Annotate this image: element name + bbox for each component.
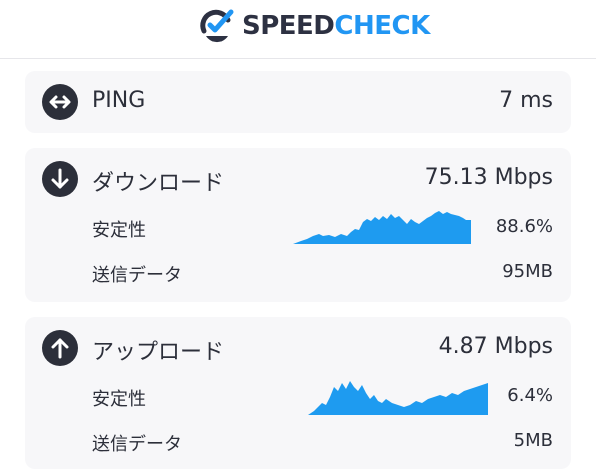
speedometer-check-icon	[200, 9, 234, 43]
upload-card: アップロード 4.87 Mbps 安定性 6.4% 送信データ 5MB	[25, 317, 571, 469]
download-stability-value: 88.6%	[495, 216, 553, 237]
brand-wordmark: SPEEDCHECK	[242, 7, 430, 45]
app-header: SPEEDCHECK	[0, 0, 596, 59]
upload-data-label: 送信データ	[92, 434, 182, 455]
upload-stability-sparkline	[308, 381, 488, 415]
speedcheck-logo: SPEEDCHECK	[198, 7, 430, 45]
upload-stability-label: 安定性	[92, 389, 146, 410]
download-data-value: 95MB	[502, 261, 553, 282]
brand-speed: SPEED	[242, 11, 335, 41]
upload-value: 4.87 Mbps	[438, 334, 553, 359]
download-label: ダウンロード	[92, 171, 225, 196]
download-stability-label: 安定性	[92, 220, 146, 241]
download-stability-sparkline	[293, 211, 471, 244]
ping-label: PING	[92, 88, 146, 113]
upload-stability-value: 6.4%	[507, 385, 553, 406]
horizontal-arrows-icon	[42, 84, 78, 120]
upload-label: アップロード	[92, 340, 225, 365]
results-panel: PING 7 ms ダウンロード 75.13 Mbps 安定性 88.6% 送信…	[0, 59, 596, 469]
arrow-down-icon	[42, 161, 78, 197]
upload-data-value: 5MB	[513, 430, 553, 451]
download-card: ダウンロード 75.13 Mbps 安定性 88.6% 送信データ 95MB	[25, 148, 571, 302]
ping-card: PING 7 ms	[25, 71, 571, 133]
arrow-up-icon	[42, 330, 78, 366]
download-value: 75.13 Mbps	[424, 165, 553, 190]
brand-check: CHECK	[334, 11, 430, 41]
download-data-label: 送信データ	[92, 265, 182, 286]
ping-value: 7 ms	[499, 88, 553, 113]
